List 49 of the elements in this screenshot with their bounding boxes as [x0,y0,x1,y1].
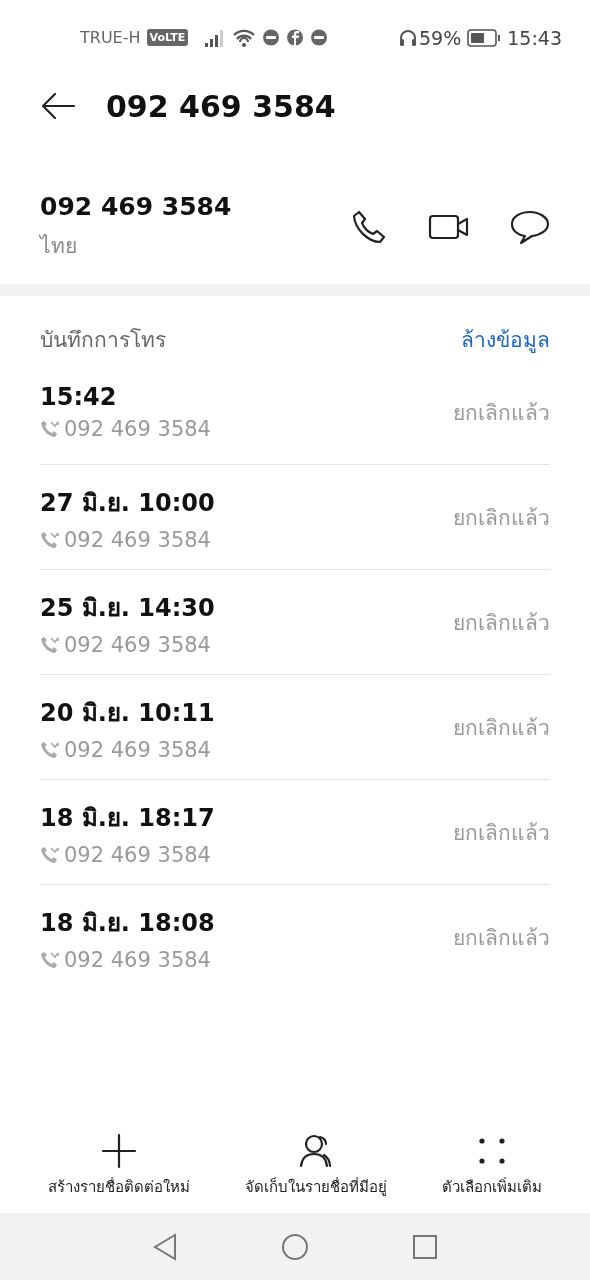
bottom-action-button[interactable]: ตัวเลือกเพิ่มเติม [442,1133,543,1199]
headphones-icon [399,28,417,47]
call-number: 092 469 3584 [64,527,211,552]
contact-number: 092 469 3584 [40,192,232,221]
call-time: 27 มิ.ย. 10:00 [40,487,215,519]
back-button[interactable] [40,91,76,121]
contact-location: ไทย [40,233,78,260]
carrier-name: TRUE-H [80,28,141,47]
wifi-icon [232,27,257,48]
call-number: 092 469 3584 [64,632,211,657]
missed-call-icon [40,634,60,655]
call-status: ยกเลิกแล้ว [453,399,550,427]
call-status: ยกเลิกแล้ว [453,714,550,742]
battery-icon [467,28,502,47]
call-time: 25 มิ.ย. 14:30 [40,592,215,624]
section-title: บันทึกการโทร [40,326,166,354]
network-badge: VoLTE [146,29,189,46]
call-status: ยกเลิกแล้ว [453,609,550,637]
call-status: ยกเลิกแล้ว [453,819,550,847]
call-button[interactable] [352,209,388,245]
call-number: 092 469 3584 [64,737,211,762]
call-status: ยกเลิกแล้ว [453,925,550,952]
video-call-button[interactable] [428,212,470,242]
missed-call-icon [40,844,60,865]
call-number: 092 469 3584 [64,948,211,972]
call-time: 20 มิ.ย. 10:11 [40,697,215,729]
home-nav-button[interactable] [281,1232,309,1261]
bottom-action-button[interactable]: สร้างรายชื่อติดต่อใหม่ [47,1133,190,1199]
social-app-icon [286,28,305,47]
call-status: ยกเลิกแล้ว [453,504,550,532]
bottom-action-button[interactable]: จัดเก็บในรายชื่อที่มีอยู่ [245,1133,387,1199]
back-nav-button[interactable] [151,1232,178,1261]
missed-call-icon [40,529,60,550]
page-title: 092 469 3584 [106,88,336,124]
message-button[interactable] [510,209,550,245]
missed-call-icon [40,950,60,970]
add-icon [100,1133,137,1169]
call-time: 18 มิ.ย. 18:08 [40,908,215,939]
call-time: 15:42 [40,383,118,411]
missed-call-icon [40,739,60,760]
battery-percent: 59% [419,26,462,49]
clear-link[interactable]: ล้างข้อมูล [461,322,550,356]
call-number: 092 469 3584 [64,842,211,867]
clock: 15:43 [507,26,562,49]
call-time: 18 มิ.ย. 18:17 [40,802,215,834]
missed-call-icon [40,419,60,439]
recents-nav-button[interactable] [412,1233,439,1260]
call-number: 092 469 3584 [64,417,211,441]
person-icon [298,1133,334,1169]
